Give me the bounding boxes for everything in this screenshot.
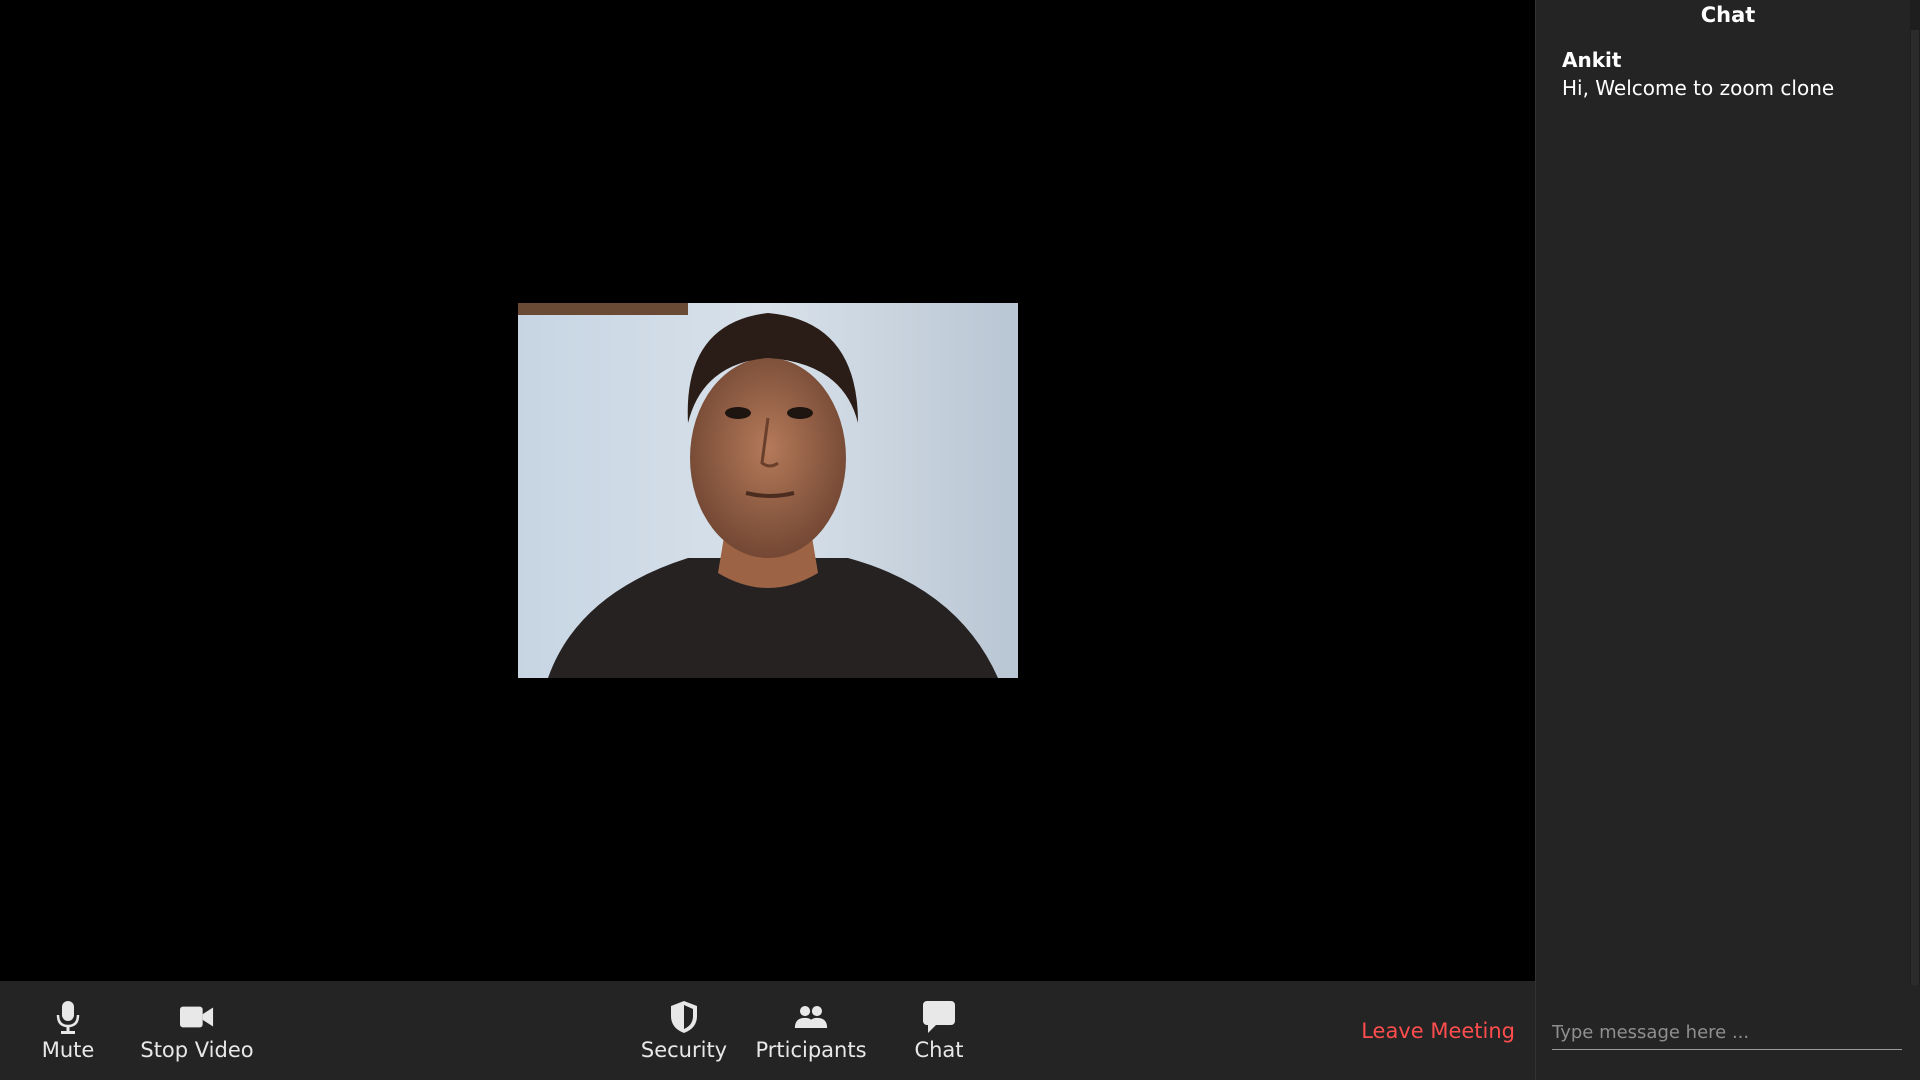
mute-label: Mute: [41, 1037, 95, 1062]
users-icon: [794, 1000, 828, 1034]
chat-label: Chat: [914, 1037, 964, 1062]
shield-icon: [667, 1000, 701, 1034]
main-area: Mute Stop Video Security Prticipants Cha…: [0, 0, 1535, 1080]
chat-scrollbar[interactable]: [1910, 0, 1920, 985]
participant-video: [518, 303, 1018, 678]
chat-button[interactable]: Chat: [899, 981, 979, 1080]
chat-scrollbar-thumb[interactable]: [1911, 30, 1919, 985]
video-camera-icon: [180, 1000, 214, 1034]
chat-panel: Chat Ankit Hi, Welcome to zoom clone: [1535, 0, 1920, 1080]
leave-meeting-button[interactable]: Leave Meeting: [1361, 981, 1515, 1080]
chat-message-sender: Ankit: [1562, 48, 1622, 72]
participants-button[interactable]: Prticipants: [752, 981, 870, 1080]
participants-label: Prticipants: [755, 1037, 867, 1062]
meeting-app: Mute Stop Video Security Prticipants Cha…: [0, 0, 1920, 1080]
security-label: Security: [640, 1037, 728, 1062]
chat-message: Ankit Hi, Welcome to zoom clone: [1536, 33, 1920, 103]
webcam-feed-image: [518, 303, 1018, 678]
microphone-icon: [51, 1000, 85, 1034]
video-grid: [0, 0, 1535, 981]
chat-message-text: Hi, Welcome to zoom clone: [1562, 76, 1835, 100]
stop-video-label: Stop Video: [140, 1037, 254, 1062]
chat-message-input[interactable]: [1552, 1015, 1902, 1050]
mute-button[interactable]: Mute: [28, 981, 108, 1080]
chat-panel-title: Chat: [1700, 3, 1756, 27]
meeting-controls-bar: Mute Stop Video Security Prticipants Cha…: [0, 981, 1535, 1080]
security-button[interactable]: Security: [638, 981, 730, 1080]
stop-video-button[interactable]: Stop Video: [138, 981, 256, 1080]
chat-bubble-icon: [922, 1000, 956, 1034]
